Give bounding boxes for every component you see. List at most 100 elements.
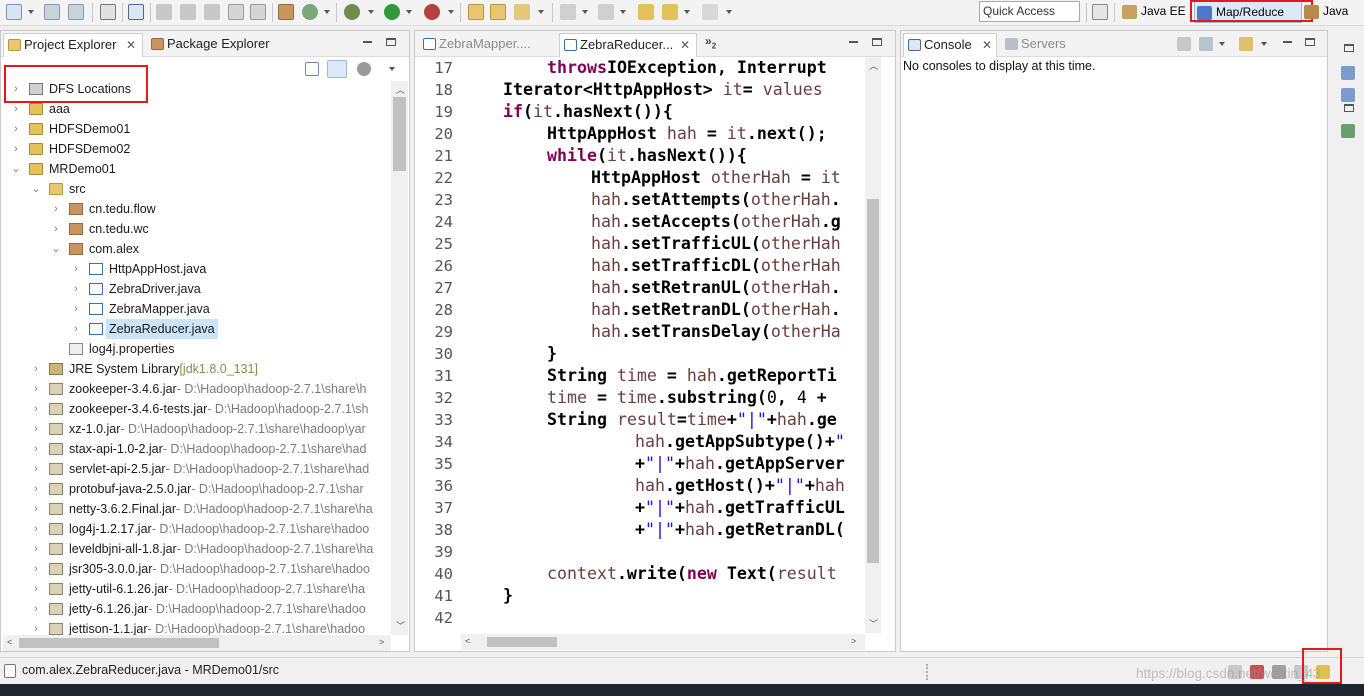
print-icon[interactable]	[100, 4, 116, 20]
close-icon[interactable]: ✕	[126, 34, 136, 56]
refactor-icon[interactable]	[204, 4, 220, 20]
chevron-right-icon[interactable]: ›	[51, 219, 61, 239]
display-console-icon[interactable]	[1199, 37, 1213, 51]
maximize-icon[interactable]	[872, 38, 882, 46]
scrollbar-thumb[interactable]	[487, 637, 557, 647]
tree-item[interactable]: › netty-3.6.2.Final.jar- D:\Hadoop\hadoop…	[3, 499, 389, 519]
tree-item[interactable]: › log4j-1.2.17.jar- D:\Hadoop\hadoop-2.7.…	[3, 519, 389, 539]
pin-console-icon[interactable]	[1177, 37, 1191, 51]
chevron-right-icon[interactable]: ›	[31, 499, 41, 519]
tab-project-explorer[interactable]: Project Explorer ✕	[3, 33, 143, 57]
tree-item[interactable]: › zookeeper-3.4.6-tests.jar- D:\Hadoop\ha…	[3, 399, 389, 419]
chevron-right-icon[interactable]: ›	[71, 299, 81, 319]
open-resource-icon[interactable]	[250, 4, 266, 20]
next-annotation-icon[interactable]	[560, 4, 576, 20]
forward-dropdown-icon[interactable]	[726, 10, 732, 14]
tree-vertical-scrollbar[interactable]: ︿ ﹀	[391, 81, 408, 635]
tree-item[interactable]: ⌄ com.alex	[3, 239, 389, 259]
run-icon[interactable]	[384, 4, 400, 20]
search-icon[interactable]	[514, 4, 530, 20]
chevron-right-icon[interactable]: ›	[31, 519, 41, 539]
clean-icon[interactable]	[180, 4, 196, 20]
open-type-icon[interactable]	[228, 4, 244, 20]
open-perspective-icon[interactable]	[1092, 4, 1108, 20]
tree-item[interactable]: › stax-api-1.0-2.jar- D:\Hadoop\hadoop-2.…	[3, 439, 389, 459]
prev-annotation-icon[interactable]	[598, 4, 614, 20]
search-dropdown-icon[interactable]	[538, 10, 544, 14]
tree-item[interactable]: › cn.tedu.wc	[3, 219, 389, 239]
minimize-icon[interactable]	[363, 41, 372, 43]
chevron-right-icon[interactable]: ›	[31, 619, 41, 635]
refresh-icon[interactable]	[302, 4, 318, 20]
open-console-dropdown-icon[interactable]	[1261, 42, 1267, 46]
tree-item[interactable]: › protobuf-java-2.5.0.jar- D:\Hadoop\hado…	[3, 479, 389, 499]
chevron-right-icon[interactable]: ›	[11, 119, 21, 139]
editor-vertical-scrollbar[interactable]: ︿ ﹀	[865, 57, 881, 633]
more-tabs-icon[interactable]: »2	[705, 34, 716, 50]
outline-icon[interactable]	[1341, 66, 1355, 80]
chevron-right-icon[interactable]: ›	[31, 399, 41, 419]
maximize-icon[interactable]	[386, 38, 396, 46]
scrollbar-thumb[interactable]	[867, 199, 879, 563]
chevron-right-icon[interactable]: ›	[31, 599, 41, 619]
tree-item[interactable]: › ZebraDriver.java	[3, 279, 389, 299]
tree-item[interactable]: ⌄ src	[3, 179, 389, 199]
tree-item[interactable]: ⌄ MRDemo01	[3, 159, 389, 179]
scroll-up-icon[interactable]: ︿	[869, 59, 878, 72]
tree-item[interactable]: › xz-1.0.jar- D:\Hadoop\hadoop-2.7.1\shar…	[3, 419, 389, 439]
tree-item[interactable]: › jettison-1.1.jar- D:\Hadoop\hadoop-2.7.…	[3, 619, 389, 635]
scrollbar-thumb[interactable]	[393, 97, 406, 171]
chevron-down-icon[interactable]: ⌄	[51, 239, 61, 259]
link-with-editor-icon[interactable]	[327, 60, 347, 78]
scroll-down-icon[interactable]: ﹀	[869, 617, 878, 630]
save-icon[interactable]	[44, 4, 60, 20]
minimize-icon[interactable]	[1283, 41, 1292, 43]
external-tools-icon[interactable]	[424, 4, 440, 20]
chevron-right-icon[interactable]: ›	[31, 359, 41, 379]
new-dropdown-icon[interactable]	[28, 10, 34, 14]
chevron-right-icon[interactable]: ›	[71, 259, 81, 279]
package-icon[interactable]	[278, 4, 294, 20]
save-all-icon[interactable]	[68, 4, 84, 20]
tab-zebra-reducer[interactable]: ZebraReducer... ✕	[559, 33, 697, 57]
next-annotation-dropdown-icon[interactable]	[582, 10, 588, 14]
tree-horizontal-scrollbar[interactable]: < >	[3, 635, 391, 651]
scroll-up-icon[interactable]: ︿	[396, 83, 405, 96]
open-folder-icon[interactable]	[490, 4, 506, 20]
scroll-right-icon[interactable]: >	[379, 637, 384, 647]
restore-icon[interactable]	[1344, 44, 1354, 52]
refresh-dropdown-icon[interactable]	[324, 10, 330, 14]
chevron-right-icon[interactable]: ›	[31, 439, 41, 459]
back-dropdown-icon[interactable]	[684, 10, 690, 14]
build-icon[interactable]	[156, 4, 172, 20]
task-list-icon[interactable]	[1341, 88, 1355, 102]
close-icon[interactable]: ✕	[982, 34, 992, 56]
tree-item[interactable]: › ZebraMapper.java	[3, 299, 389, 319]
console-icon[interactable]	[128, 4, 144, 20]
forward-icon[interactable]	[702, 4, 718, 20]
chevron-right-icon[interactable]: ›	[31, 459, 41, 479]
chevron-right-icon[interactable]: ›	[31, 379, 41, 399]
tree-item[interactable]: › HDFSDemo01	[3, 119, 389, 139]
tab-zebra-mapper[interactable]: ZebraMapper....	[419, 33, 555, 57]
tree-item[interactable]: › HttpAppHost.java	[3, 259, 389, 279]
editor-horizontal-scrollbar[interactable]: < >	[461, 634, 865, 650]
tab-servers[interactable]: Servers	[1001, 33, 1075, 57]
perspective-java-ee[interactable]: Java EE	[1120, 1, 1188, 23]
tree-item[interactable]: › ZebraReducer.java	[3, 319, 389, 339]
minimize-icon[interactable]	[849, 41, 858, 43]
restore-icon[interactable]	[1344, 104, 1354, 112]
perspective-java[interactable]: Java	[1302, 1, 1362, 23]
tree-item[interactable]: › leveldbjni-all-1.8.jar- D:\Hadoop\hadoo…	[3, 539, 389, 559]
tree-item[interactable]: › cn.tedu.flow	[3, 199, 389, 219]
chevron-right-icon[interactable]: ›	[31, 559, 41, 579]
tree-item[interactable]: › jetty-6.1.26.jar- D:\Hadoop\hadoop-2.7.…	[3, 599, 389, 619]
tree-item[interactable]: › JRE System Library[jdk1.8.0_131]	[3, 359, 389, 379]
chevron-right-icon[interactable]: ›	[11, 139, 21, 159]
chevron-right-icon[interactable]: ›	[31, 579, 41, 599]
chevron-right-icon[interactable]: ›	[31, 539, 41, 559]
chevron-right-icon[interactable]: ›	[31, 479, 41, 499]
tree-item[interactable]: › jsr305-3.0.0.jar- D:\Hadoop\hadoop-2.7.…	[3, 559, 389, 579]
tree-item[interactable]: › HDFSDemo02	[3, 139, 389, 159]
chevron-right-icon[interactable]: ›	[51, 199, 61, 219]
